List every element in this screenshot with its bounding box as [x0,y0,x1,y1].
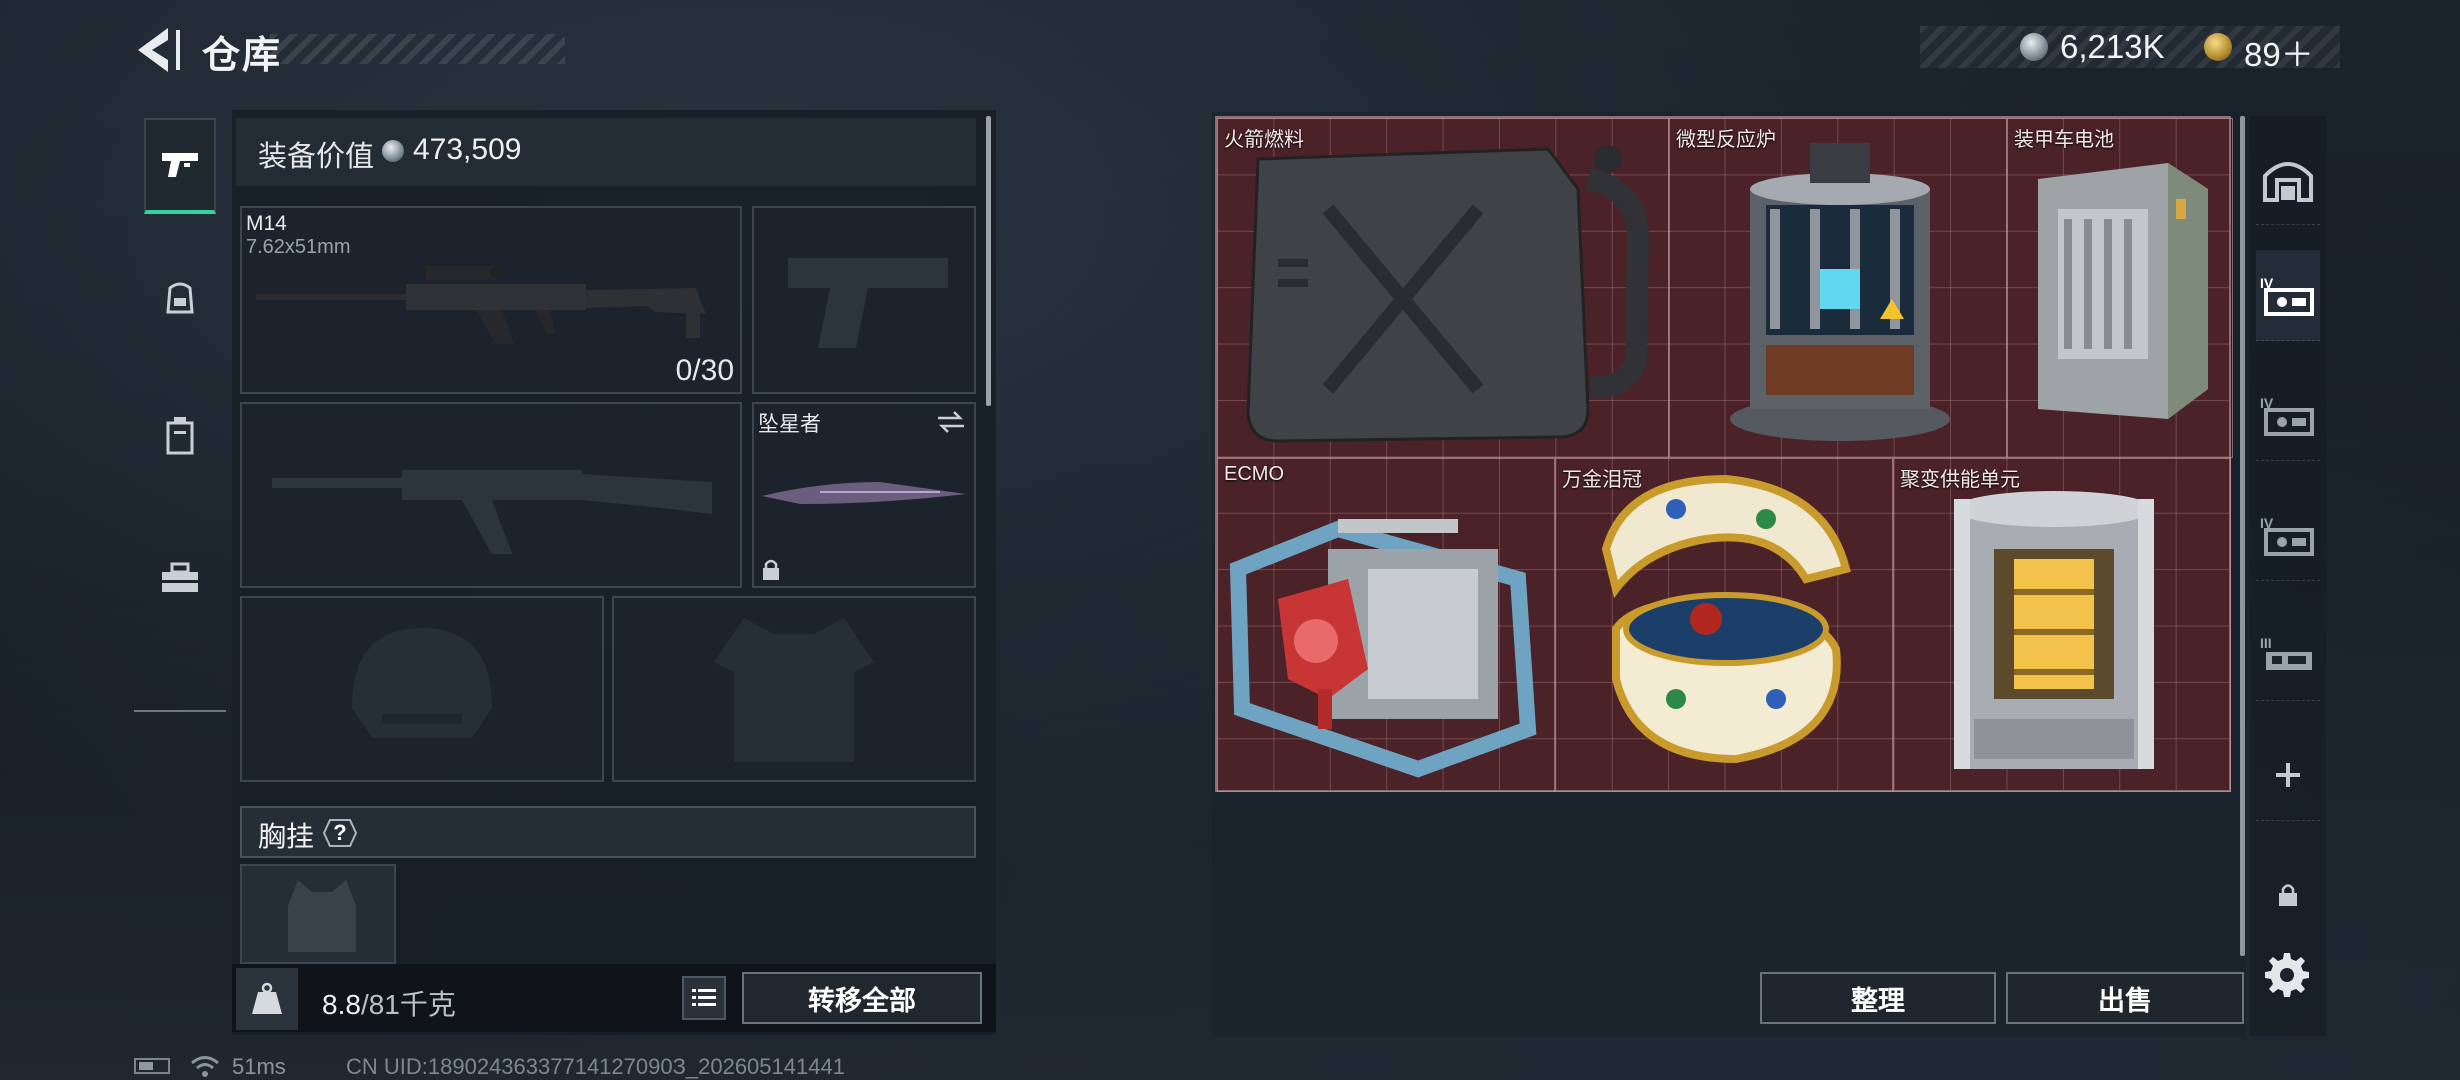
melee-slot[interactable]: 坠星者 [752,402,976,588]
primary-weapon-slot[interactable]: M14 7.62x51mm 0/30 [240,206,742,394]
locked-storage-slot[interactable] [2256,850,2320,940]
lock-icon [763,559,779,580]
jeweled-egg-icon [1601,474,1851,764]
silver-coin-icon [382,140,404,162]
rifle-silhouette-icon [272,470,712,554]
tab-toolbox[interactable] [144,530,216,626]
equipment-tabs [134,110,226,710]
locker-icon [166,417,194,455]
storage-item-ecmo[interactable]: ECMO [1217,458,1555,792]
storage-item-golden-tear-crown[interactable]: 万金泪冠 [1555,458,1893,792]
item-name: 聚变供能单元 [1900,469,2020,491]
fuel-can-icon [1246,145,1650,443]
weight-icon [252,982,282,1014]
silver-coin-icon [2020,33,2048,61]
armor-silhouette-icon [714,618,874,762]
sort-button[interactable]: 整理 [1760,972,1996,1024]
list-view-button[interactable] [682,976,726,1020]
ecmo-machine-icon [1229,519,1537,778]
storage-item-micro-reactor[interactable]: 微型反应炉 [1669,118,2007,458]
armor-slot[interactable] [612,596,976,782]
player-uid: CN UID:18902436337714127090З_20260514144… [346,1054,845,1079]
help-button[interactable]: ? [322,818,358,848]
rifle-icon [256,266,706,344]
tab-case-4[interactable]: III [2256,610,2320,701]
pistol-slot[interactable] [752,206,976,394]
backpack-icon [166,282,194,314]
back-arrow-icon[interactable] [128,22,186,78]
swap-icon[interactable] [936,410,966,434]
fusion-cell-icon [1954,491,2154,769]
settings-gear-icon[interactable] [2262,950,2312,1000]
storage-grid: 火箭燃料 微型反应炉 装甲车电池 ECMO 万金泪冠 聚变供能单元 [1215,116,2233,792]
wifi-icon [191,1056,219,1077]
storage-item-armored-battery[interactable]: 装甲车电池 [2007,118,2233,458]
carry-weight: 8.8/81千克 [322,983,456,1023]
storage-scrollbar[interactable] [2240,116,2245,956]
equipment-value-label: 装备价值 [258,141,375,173]
tab-main-storage[interactable] [2256,134,2320,225]
carry-weight-value: 8.8 [322,989,361,1020]
tab-case-3[interactable]: IV [2256,490,2320,581]
chest-rig-label: 胸挂 [258,821,315,852]
case-tier-iv-icon: IV [2260,515,2314,556]
helmet-slot[interactable] [240,596,604,782]
tab-case-2[interactable]: IV [2256,370,2320,461]
knife-icon [762,482,966,504]
pistol-icon [162,153,198,177]
item-name: 装甲车电池 [2014,129,2114,151]
pistol-silhouette-icon [788,258,948,348]
tab-case-1[interactable]: IV [2256,250,2320,341]
vest-silhouette-icon [288,880,356,952]
tabs-divider [134,710,226,712]
reactor-icon [1730,143,1950,441]
helmet-silhouette-icon [352,628,492,738]
weapon-name: M14 [246,212,287,235]
equipment-value: 473,509 [413,133,522,166]
item-name: 万金泪冠 [1562,469,1642,491]
add-storage-button[interactable] [2256,730,2320,821]
tab-weapons[interactable] [144,118,216,214]
carry-weight-max: /81千克 [360,989,456,1020]
transfer-all-button[interactable]: 转移全部 [742,972,982,1024]
weight-icon-box [236,968,298,1030]
item-name: 微型反应炉 [1676,129,1776,151]
item-name: 火箭燃料 [1224,129,1304,151]
gold-coin-icon [2204,33,2232,61]
sell-button[interactable]: 出售 [2006,972,2244,1024]
chest-rig-slot[interactable] [240,864,396,964]
silver-currency-value[interactable]: 6,213K [2060,28,2165,66]
home-storage-icon [2263,162,2313,202]
gold-currency-value[interactable]: 89＋ [2244,28,2314,76]
storage-item-rocket-fuel[interactable]: 火箭燃料 [1217,118,1669,458]
case-tier-iv-icon: IV [2260,275,2314,316]
page-title: 仓库 [202,35,283,77]
lock-icon [2279,884,2297,906]
item-name: ECMO [1224,463,1284,485]
secondary-weapon-slot[interactable] [240,402,742,588]
ammo-count: 0/30 [675,354,734,387]
network-ping: 51ms [232,1054,286,1079]
tab-backpack[interactable] [144,250,216,346]
storage-item-fusion-power-cell[interactable]: 聚变供能单元 [1893,458,2231,792]
equipment-scrollbar[interactable] [986,116,991,406]
case-tier-iii-icon: III [2260,635,2312,670]
battery-icon [2038,163,2208,419]
tab-locker[interactable] [144,388,216,484]
title-decoration [270,34,565,64]
toolbox-icon [162,562,198,592]
help-label: ? [333,820,347,845]
battery-icon [134,1058,170,1074]
list-icon [692,989,716,1006]
case-tier-iv-icon: IV [2260,395,2314,436]
plus-icon [2276,763,2300,787]
svg-text:III: III [2260,635,2272,651]
melee-name: 坠星者 [758,413,821,436]
